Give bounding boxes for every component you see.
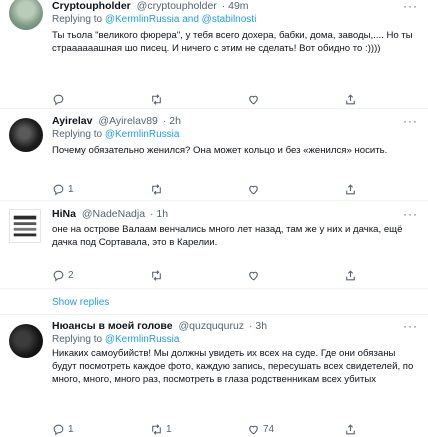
timestamp[interactable]: · 2h [163, 115, 181, 127]
replying-to: Replying to @KermlinRussia [52, 334, 180, 345]
tweet-actions [52, 92, 398, 106]
retweet-button[interactable]: 1 [150, 422, 172, 436]
tweet-header: Cryptoupholder @cryptoupholder · 49m [52, 0, 420, 13]
share-icon [346, 183, 355, 194]
reply-button[interactable]: 1 [52, 422, 74, 436]
avatar[interactable] [9, 0, 43, 30]
timestamp[interactable]: · 1h [150, 208, 168, 220]
tweet-text: Ты тьола "великого фюрера", у тебя всего… [52, 30, 413, 54]
show-replies-link[interactable]: Show replies [52, 297, 109, 308]
reply-button[interactable]: 2 [52, 268, 74, 282]
more-options-icon[interactable]: ··· [403, 320, 418, 332]
reply-mentions[interactable]: @KermlinRussia [105, 334, 180, 345]
tweet-actions: 2 [52, 268, 398, 282]
reply-icon [53, 94, 64, 105]
author-name[interactable]: HiNa [52, 208, 76, 220]
retweet-button[interactable] [150, 182, 166, 196]
tweet-text: Никаких самоубийств! Мы должны увидеть и… [52, 348, 414, 385]
tweet-text: оне на острове Валаам венчались много ле… [52, 224, 403, 248]
share-icon [346, 423, 355, 434]
timestamp[interactable]: · 3h [249, 320, 267, 332]
heart-icon [249, 95, 258, 104]
more-options-icon[interactable]: ··· [403, 0, 418, 12]
avatar[interactable] [9, 209, 41, 243]
share-button[interactable] [344, 268, 357, 282]
retweet-button[interactable] [150, 92, 166, 106]
like-button[interactable] [247, 268, 263, 282]
timestamp[interactable]: · 49m [222, 0, 249, 12]
heart-icon [249, 425, 258, 434]
heart-icon [249, 271, 258, 280]
author-name[interactable]: Cryptoupholder [52, 0, 131, 12]
like-button[interactable]: 74 [247, 422, 274, 436]
retweet-icon [152, 269, 161, 281]
author-handle[interactable]: @NadeNadja [82, 208, 145, 220]
tweet-header: HiNa @NadeNadja · 1h [52, 207, 420, 221]
author-handle[interactable]: @cryptoupholder [137, 0, 217, 12]
tweet-1[interactable]: Cryptoupholder @cryptoupholder · 49m ···… [0, 0, 428, 110]
reply-mentions[interactable]: @KermlinRussia and @stabilnosti [105, 14, 256, 25]
more-options-icon[interactable]: ··· [403, 208, 418, 220]
like-button[interactable] [247, 182, 263, 196]
replying-to: Replying to @KermlinRussia and @stabilno… [52, 14, 257, 25]
share-icon [346, 269, 355, 280]
heart-icon [249, 185, 258, 194]
share-button[interactable] [344, 182, 357, 196]
tweet-actions: 1 [52, 182, 398, 196]
reply-button[interactable] [52, 92, 68, 106]
tweet-2[interactable]: Ayirelav @Ayirelav89 · 2h ··· Replying t… [0, 109, 428, 209]
tweet-4[interactable]: Нюансы в моей голове @quzququruz · 3h ··… [0, 315, 428, 437]
reply-button[interactable]: 1 [52, 182, 74, 196]
tweet-header: Ayirelav @Ayirelav89 · 2h [52, 114, 420, 128]
tweet-3[interactable]: HiNa @NadeNadja · 1h ··· оне на острове … [0, 201, 428, 285]
more-options-icon[interactable]: ··· [403, 115, 418, 127]
avatar[interactable] [9, 118, 43, 152]
share-button[interactable] [344, 92, 357, 106]
retweet-button[interactable] [150, 268, 166, 282]
retweet-icon [152, 423, 161, 435]
like-button[interactable] [247, 92, 263, 106]
tweet-actions: 1 1 74 [52, 422, 398, 436]
share-button[interactable] [344, 422, 357, 436]
divider [0, 288, 428, 289]
avatar[interactable] [9, 324, 43, 358]
author-name[interactable]: Нюансы в моей голове [52, 320, 173, 332]
logo-icon [13, 215, 37, 237]
reply-icon [53, 184, 64, 195]
reply-mentions[interactable]: @KermlinRussia [105, 129, 180, 140]
tweet-header: Нюансы в моей голове @quzququruz · 3h [52, 319, 420, 333]
retweet-icon [152, 183, 161, 195]
author-handle[interactable]: @quzququruz [179, 320, 245, 332]
reply-icon [53, 270, 64, 281]
reply-icon [53, 424, 64, 435]
replying-to: Replying to @KermlinRussia [52, 129, 180, 140]
author-name[interactable]: Ayirelav [52, 115, 92, 127]
retweet-icon [152, 93, 161, 105]
tweet-text: Почему обязательно женился? Она может ко… [52, 145, 388, 156]
share-icon [346, 93, 355, 104]
author-handle[interactable]: @Ayirelav89 [98, 115, 158, 127]
